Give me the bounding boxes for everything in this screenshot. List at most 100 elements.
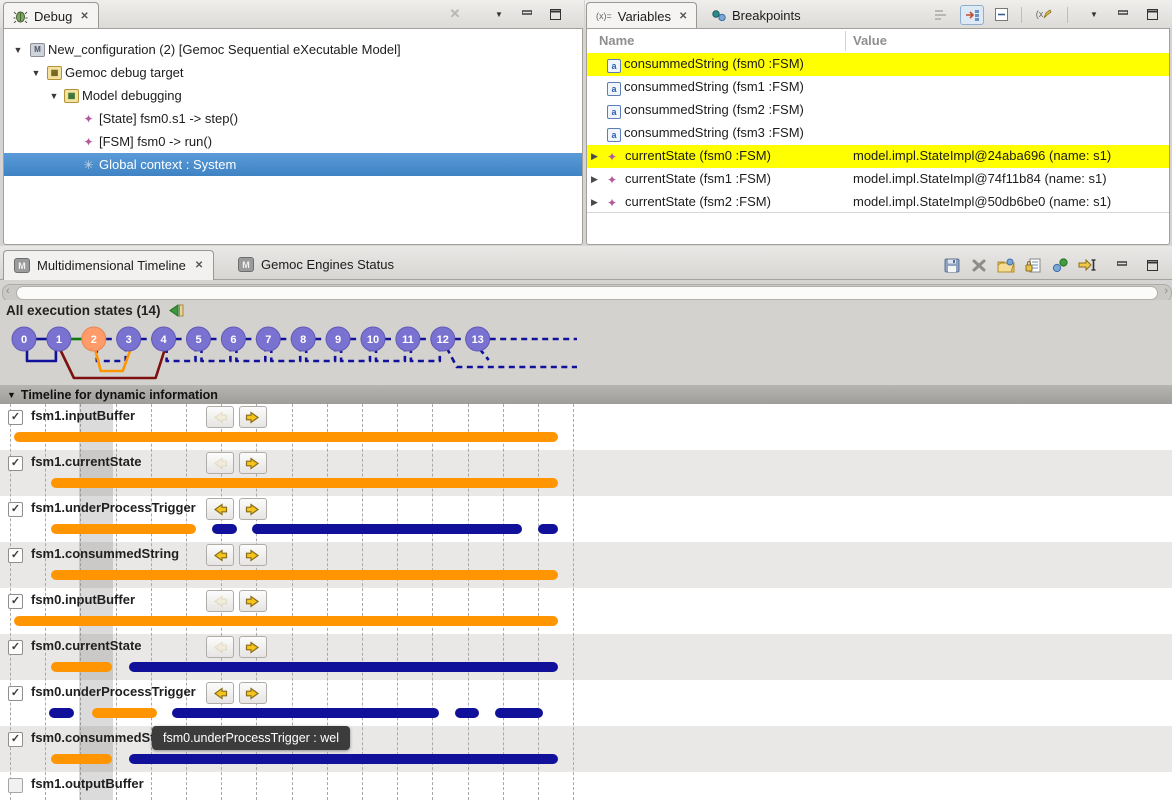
maximize-icon[interactable]: [1141, 5, 1163, 23]
step-forward-button[interactable]: [239, 590, 267, 612]
step-backward-button[interactable]: [206, 636, 234, 658]
tab-breakpoints[interactable]: Breakpoints: [703, 2, 810, 28]
remove-terminated-icon[interactable]: ✕: [444, 5, 466, 23]
step-backward-button[interactable]: [206, 498, 234, 520]
tab-debug-close-icon[interactable]: ✕: [80, 11, 88, 22]
step-forward-button[interactable]: [239, 682, 267, 704]
timeline-value-bar[interactable]: [252, 524, 522, 534]
step-backward-button[interactable]: [206, 590, 234, 612]
column-divider[interactable]: [845, 31, 846, 51]
timeline-value-bar[interactable]: [455, 708, 479, 718]
column-value[interactable]: Value: [853, 33, 887, 48]
timeline-value-bar[interactable]: [51, 524, 196, 534]
step-backward-button[interactable]: [206, 682, 234, 704]
row-checkbox[interactable]: ✓: [8, 548, 23, 563]
variable-row[interactable]: aconsummedString (fsm2 :FSM): [587, 99, 1169, 122]
expander-icon[interactable]: ▼: [30, 68, 42, 78]
column-name[interactable]: Name: [599, 33, 634, 48]
watch-expression-icon[interactable]: (x: [1033, 5, 1055, 23]
expander-icon[interactable]: ▼: [48, 91, 60, 101]
dynamic-timeline-header[interactable]: ▼ Timeline for dynamic information: [0, 385, 1172, 404]
tab-variables-close-icon[interactable]: ✕: [679, 11, 687, 22]
timeline-value-bar[interactable]: [495, 708, 543, 718]
jump-to-icon[interactable]: [1075, 255, 1099, 275]
row-checkbox[interactable]: ✓: [8, 410, 23, 425]
expand-icon[interactable]: ▶: [591, 174, 598, 185]
step-back-icon[interactable]: [168, 304, 185, 317]
expand-icon[interactable]: ▶: [591, 197, 598, 208]
variable-row[interactable]: aconsummedString (fsm1 :FSM): [587, 76, 1169, 99]
tab-gemoc-engines-status[interactable]: M Gemoc Engines Status: [228, 250, 404, 279]
tab-variables[interactable]: (x)= Variables ✕: [586, 2, 697, 29]
minimize-icon[interactable]: [1112, 5, 1134, 23]
timeline-value-bar[interactable]: [14, 616, 558, 626]
timeline-value-bar[interactable]: [129, 754, 558, 764]
debug-tree-item[interactable]: ✦[FSM] fsm0 -> run(): [4, 130, 582, 153]
debug-tree-item[interactable]: ✳Global context : System: [4, 153, 582, 176]
tab-debug[interactable]: Debug ✕: [3, 2, 99, 29]
step-backward-button[interactable]: [206, 406, 234, 428]
step-forward-button[interactable]: [239, 636, 267, 658]
variable-row[interactable]: ▶✦currentState (fsm2 :FSM)model.impl.Sta…: [587, 191, 1169, 209]
timeline-value-bar[interactable]: [92, 708, 157, 718]
timeline-value-bar[interactable]: [49, 708, 74, 718]
execution-states-graph[interactable]: 012345678910111213: [0, 318, 1172, 385]
debug-tree-item[interactable]: ▼MNew_configuration (2) [Gemoc Sequentia…: [4, 38, 582, 61]
row-checkbox[interactable]: ✓: [8, 594, 23, 609]
view-menu-icon[interactable]: ▼: [488, 5, 510, 23]
timeline-value-bar[interactable]: [51, 754, 112, 764]
row-checkbox[interactable]: ✓: [8, 686, 23, 701]
view-menu-icon[interactable]: ▼: [1083, 5, 1105, 23]
constraints-icon[interactable]: [1021, 255, 1045, 275]
expander-icon[interactable]: ▼: [12, 45, 24, 55]
row-checkbox[interactable]: ✓: [8, 502, 23, 517]
delete-icon[interactable]: [967, 255, 991, 275]
row-checkbox[interactable]: ✓: [8, 732, 23, 747]
timeline-value-bar[interactable]: [14, 432, 558, 442]
step-backward-button[interactable]: [206, 452, 234, 474]
debug-tree-item[interactable]: ✦[State] fsm0.s1 -> step(): [4, 107, 582, 130]
timeline-value-bar[interactable]: [538, 524, 558, 534]
row-checkbox[interactable]: ✓: [8, 640, 23, 655]
debug-tree-item[interactable]: ▼▦Model debugging: [4, 84, 582, 107]
variable-row[interactable]: ▶✦currentState (fsm1 :FSM)model.impl.Sta…: [587, 168, 1169, 191]
maximize-icon[interactable]: [544, 5, 566, 23]
load-icon[interactable]: [994, 255, 1018, 275]
debug-tree-item[interactable]: ▼▦Gemoc debug target: [4, 61, 582, 84]
collapse-all-icon[interactable]: [990, 5, 1012, 23]
variable-row[interactable]: aconsummedString (fsm3 :FSM): [587, 122, 1169, 145]
minimize-icon[interactable]: [516, 5, 538, 23]
show-type-names-icon[interactable]: [930, 5, 952, 23]
timeline-value-bar[interactable]: [129, 662, 558, 672]
breakpoint-dots-icon[interactable]: [1048, 255, 1072, 275]
tree-item-label: Gemoc debug target: [65, 65, 184, 80]
tab-multidimensional-timeline[interactable]: M Multidimensional Timeline ✕: [3, 250, 214, 280]
timeline-value-bar[interactable]: [51, 570, 558, 580]
step-backward-button[interactable]: [206, 544, 234, 566]
step-forward-button[interactable]: [239, 498, 267, 520]
variable-row[interactable]: ▶✦currentState (fsm0 :FSM)model.impl.Sta…: [587, 145, 1169, 168]
save-icon[interactable]: [940, 255, 964, 275]
step-forward-button[interactable]: [239, 452, 267, 474]
row-checkbox[interactable]: [8, 778, 23, 793]
step-forward-button[interactable]: [239, 544, 267, 566]
row-checkbox[interactable]: ✓: [8, 456, 23, 471]
scrollbar-thumb[interactable]: [16, 286, 1158, 300]
variable-value: model.impl.StateImpl@74f11b84 (name: s1): [853, 171, 1107, 186]
scroll-left-icon[interactable]: ‹: [6, 285, 10, 297]
timeline-value-bar[interactable]: [51, 662, 112, 672]
minimize-icon[interactable]: [1110, 255, 1134, 275]
show-logical-structure-icon[interactable]: [960, 5, 984, 25]
expand-icon[interactable]: ▶: [591, 151, 598, 162]
timeline-value-bar[interactable]: [172, 708, 439, 718]
variable-row[interactable]: aconsummedString (fsm0 :FSM): [587, 53, 1169, 76]
state-bracket: [60, 349, 165, 378]
scroll-right-icon[interactable]: ›: [1164, 285, 1168, 297]
state-number: 1: [56, 334, 62, 346]
timeline-value-bar[interactable]: [212, 524, 237, 534]
timeline-value-bar[interactable]: [51, 478, 558, 488]
step-forward-button[interactable]: [239, 406, 267, 428]
tab-timeline-close-icon[interactable]: ✕: [195, 260, 203, 271]
maximize-icon[interactable]: [1140, 255, 1164, 275]
debug-tabbar: Debug ✕ ✕ ▼: [0, 0, 584, 28]
